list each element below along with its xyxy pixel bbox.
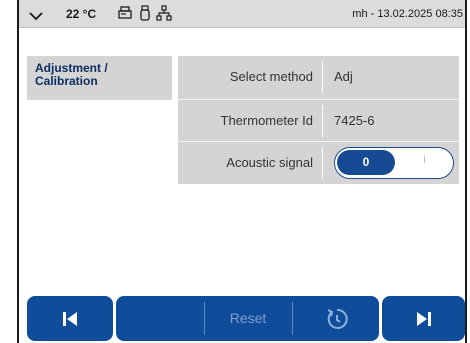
next-button[interactable] xyxy=(382,296,465,341)
row-divider xyxy=(322,147,323,179)
row-divider xyxy=(322,61,323,93)
printer-icon xyxy=(117,5,133,26)
history-icon xyxy=(327,308,348,329)
toggle-on-segment[interactable]: 0 xyxy=(337,150,395,175)
acoustic-signal-toggle[interactable]: 0 I xyxy=(334,147,454,179)
row-divider xyxy=(322,105,323,137)
status-bar: 22 °C mh - 13.02.2025 08:35 xyxy=(19,0,465,28)
skip-previous-icon xyxy=(27,296,113,341)
setting-value[interactable]: 7425-6 xyxy=(334,113,374,128)
action-bar: Reset xyxy=(116,296,379,341)
right-frame xyxy=(465,0,470,343)
acoustic-signal-row: Acoustic signal 0 I xyxy=(178,141,459,185)
toggle-off-segment[interactable]: I xyxy=(423,154,426,166)
button-divider xyxy=(292,302,293,335)
setting-label: Acoustic signal xyxy=(226,155,313,170)
select-method-row[interactable]: Select method Adj xyxy=(178,56,459,98)
thermometer-id-row[interactable]: Thermometer Id 7425-6 xyxy=(178,99,459,142)
setting-label: Thermometer Id xyxy=(220,113,313,128)
skip-next-icon xyxy=(382,296,465,341)
setting-value[interactable]: Adj xyxy=(334,69,353,84)
usb-icon xyxy=(139,5,151,26)
user-and-datetime: mh - 13.02.2025 08:35 xyxy=(352,8,463,20)
settings-panel: Select method Adj Thermometer Id 7425-6 … xyxy=(178,56,459,184)
sidebar-item-adjustment-calibration[interactable]: Adjustment / Calibration xyxy=(27,56,172,100)
temperature-readout: 22 °C xyxy=(66,7,97,21)
left-frame xyxy=(0,0,19,343)
chevron-down-icon[interactable] xyxy=(29,8,43,26)
setting-label: Select method xyxy=(229,69,313,84)
history-button[interactable] xyxy=(294,296,379,341)
network-icon xyxy=(156,5,172,26)
reset-button[interactable]: Reset xyxy=(204,296,292,341)
previous-button[interactable] xyxy=(27,296,113,341)
